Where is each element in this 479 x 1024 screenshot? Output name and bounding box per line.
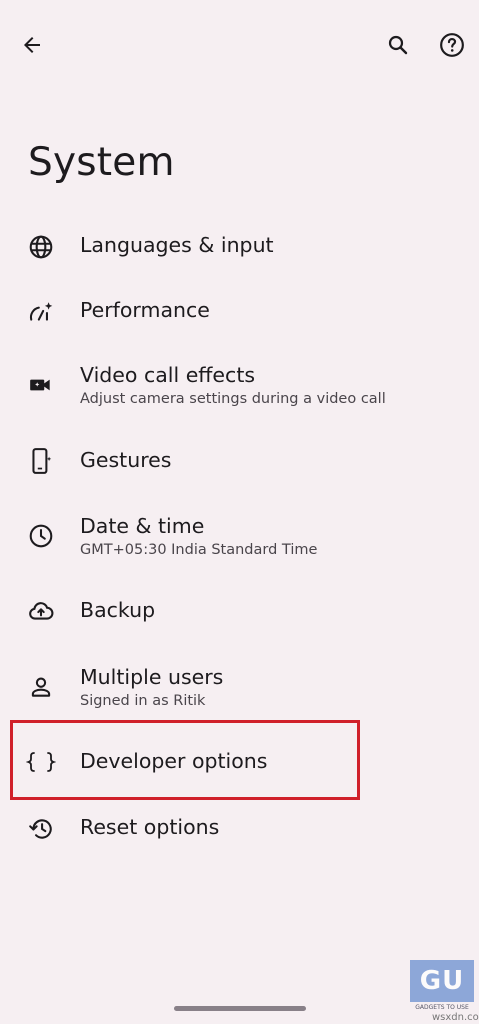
page-title: System	[28, 140, 175, 185]
list-item-languages-input[interactable]: Languages & input	[0, 212, 479, 282]
app-bar	[0, 0, 479, 90]
item-label: Languages & input	[80, 233, 274, 257]
search-icon	[388, 35, 408, 55]
list-item-date-time[interactable]: Date & time GMT+05:30 India Standard Tim…	[0, 511, 479, 581]
list-item-video-call-effects[interactable]: Video call effects Adjust camera setting…	[0, 360, 479, 430]
list-item-reset-options[interactable]: Reset options	[0, 794, 479, 864]
item-summary: Adjust camera settings during a video ca…	[80, 391, 386, 407]
list-item-backup[interactable]: Backup	[0, 578, 479, 648]
item-label: Date & time	[80, 514, 205, 538]
list-item-performance[interactable]: Performance	[0, 277, 479, 347]
annotation-highlight-box	[10, 720, 360, 800]
video-camera-icon	[26, 370, 56, 400]
clock-icon	[26, 521, 56, 551]
history-icon	[26, 814, 56, 844]
watermark-text: GADGETS TO USE	[415, 1004, 469, 1011]
cloud-upload-icon	[26, 596, 56, 626]
list-item-gestures[interactable]: Gestures	[0, 428, 479, 498]
watermark: GU GADGETS TO USE	[410, 960, 474, 1016]
phone-gesture-icon	[26, 446, 56, 476]
item-label: Performance	[80, 298, 210, 322]
item-summary: Signed in as Ritik	[80, 693, 206, 709]
person-icon	[26, 672, 56, 702]
search-button[interactable]	[376, 23, 420, 67]
gesture-nav-handle[interactable]	[174, 1006, 306, 1011]
performance-gauge-icon	[26, 297, 56, 327]
item-label: Gestures	[80, 448, 172, 472]
help-circle-icon	[440, 33, 464, 57]
back-button[interactable]	[10, 23, 54, 67]
item-label: Video call effects	[80, 363, 256, 387]
globe-icon	[26, 232, 56, 262]
help-button[interactable]	[430, 23, 474, 67]
item-summary: GMT+05:30 India Standard Time	[80, 542, 318, 558]
credit-text: wsxdn.com	[432, 1012, 479, 1023]
item-label: Backup	[80, 598, 156, 622]
item-label: Multiple users	[80, 665, 224, 689]
watermark-logo: GU	[410, 960, 474, 1002]
arrow-back-icon	[24, 37, 40, 53]
item-label: Reset options	[80, 815, 220, 839]
